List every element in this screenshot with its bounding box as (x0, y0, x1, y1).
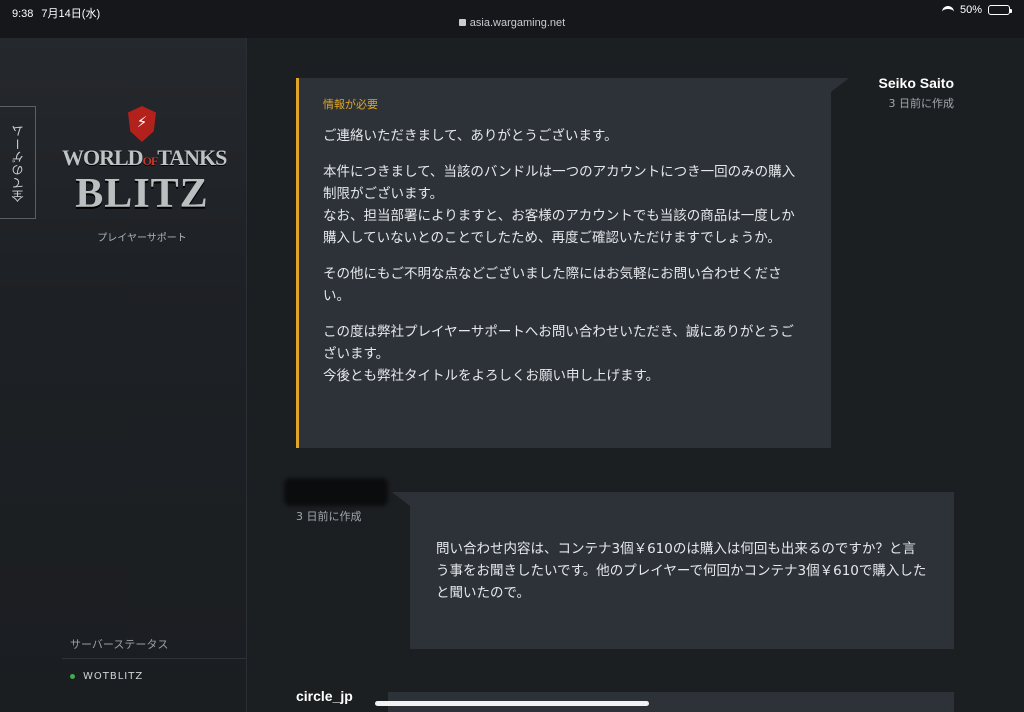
status-bar: 9:38 7月14日(水) asia.wargaming.net 50% (0, 0, 1024, 38)
status-dot-icon (70, 674, 75, 679)
player-support-label: プレイヤーサポート (97, 233, 187, 244)
logo-blitz: BLITZ (75, 171, 209, 217)
message-author-agent: Seiko Saito 3 日前に作成 (879, 75, 954, 111)
message-paragraph: 本件につきまして、当該のバンドルは一つのアカウントにつき一回のみの購入制限がござ… (323, 164, 796, 246)
divider (62, 658, 247, 659)
all-games-label: 全てのゲーム (11, 123, 25, 202)
ticket-conversation: Seiko Saito 3 日前に作成 情報が必要 ご連絡いただきまして、ありが… (248, 38, 1024, 712)
wotb-logo[interactable]: WORLDOFTANKS BLITZ (62, 106, 227, 217)
message-author-user: circle_jp (296, 688, 353, 704)
server-status-title: サーバーステータス (70, 638, 169, 651)
agent-message-bubble: 情報が必要 ご連絡いただきまして、ありがとうございます。 本件につきまして、当該… (296, 78, 849, 448)
lock-icon (458, 19, 466, 26)
message-paragraph: その他にもご不明な点などございました際にはお気軽にお問い合わせください。 (323, 266, 782, 304)
redacted-username (284, 478, 388, 506)
user-message-bubble: 問い合わせ内容は、コンテナ3個￥610のは購入は何回も出来るのですか？と言う事を… (392, 492, 954, 649)
message-time: 3 日前に作成 (888, 97, 955, 110)
author-name: Seiko Saito (878, 75, 954, 91)
home-indicator[interactable] (375, 701, 649, 706)
message-paragraph: ご連絡いただきまして、ありがとうございます。 (323, 128, 618, 144)
server-status-item: WOTBLITZ (70, 671, 143, 682)
logo-title: WORLDOFTANKS (62, 145, 227, 170)
message-paragraph: この度は弊社プレイヤーサポートへお問い合わせいただき、誠にありがとうございます。… (323, 324, 794, 384)
url-text: asia.wargaming.net (469, 17, 566, 29)
battery-percent: 50% (959, 4, 982, 16)
battery-icon (988, 5, 1012, 15)
message-paragraph: 問い合わせ内容は、コンテナ3個￥610のは購入は何回も出来るのですか？と言う事を… (436, 541, 927, 601)
wifi-icon (941, 5, 954, 15)
shield-icon (128, 106, 156, 142)
message-time: 3 日前に作成 (296, 510, 362, 523)
sidebar: 全てのゲーム WORLDOFTANKS BLITZ プレイヤーサポート サーバー… (0, 38, 247, 712)
message-author-user: 3 日前に作成 (284, 478, 388, 524)
info-required-tag: 情報が必要 (323, 98, 378, 111)
server-name: WOTBLITZ (83, 671, 144, 682)
address-bar[interactable]: asia.wargaming.net (0, 17, 1024, 29)
all-games-button[interactable]: 全てのゲーム (0, 106, 36, 219)
status-indicators: 50% (941, 4, 1012, 16)
